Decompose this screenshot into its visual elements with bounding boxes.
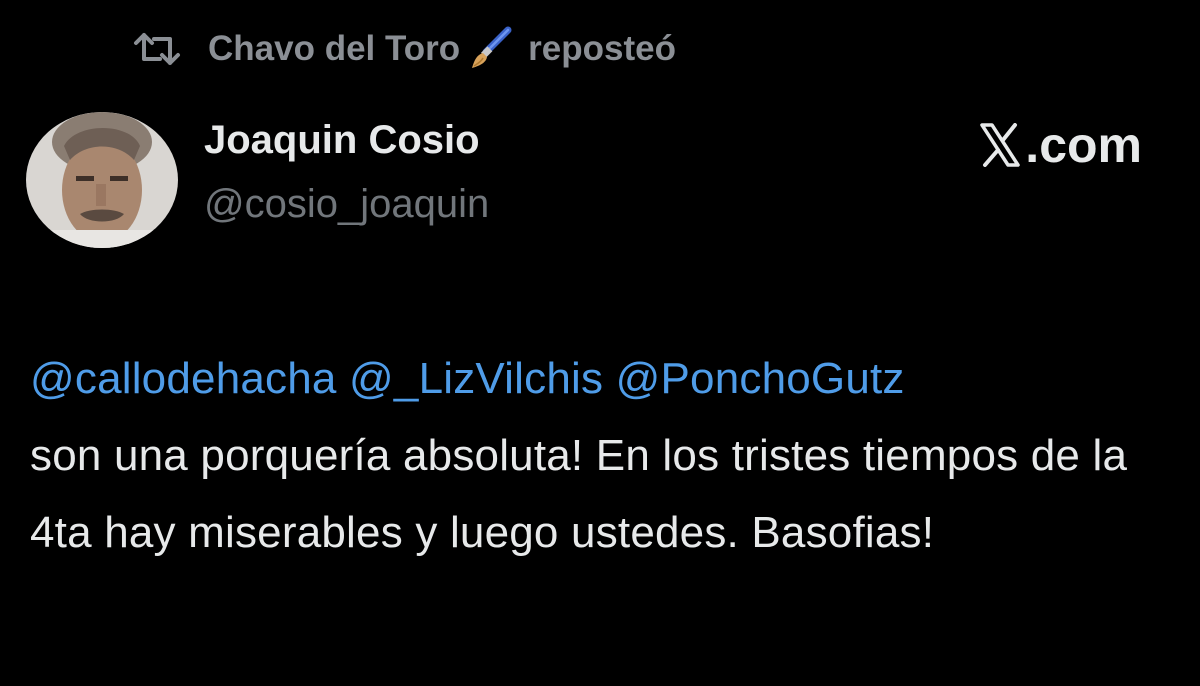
repost-label: reposteó bbox=[528, 29, 676, 68]
source-label: .com bbox=[1025, 117, 1142, 173]
avatar-image bbox=[26, 112, 178, 248]
x-logo-icon bbox=[980, 123, 1021, 167]
tweet-body-text: son una porquería absoluta! En los trist… bbox=[30, 431, 1128, 557]
mention-link[interactable]: @_LizVilchis bbox=[349, 354, 603, 403]
tweet-text: @callodehacha @_LizVilchis @PonchoGutz s… bbox=[30, 340, 1170, 571]
avatar[interactable] bbox=[26, 112, 178, 248]
repost-header[interactable]: Chavo del Toro reposteó bbox=[132, 24, 676, 74]
author-handle[interactable]: @cosio_joaquin bbox=[204, 182, 489, 227]
repost-user[interactable]: Chavo del Toro bbox=[208, 29, 460, 69]
mention-link[interactable]: @callodehacha bbox=[30, 354, 337, 403]
source-watermark: .com bbox=[979, 116, 1142, 174]
repost-icon bbox=[134, 33, 180, 65]
mention-link[interactable]: @PonchoGutz bbox=[616, 354, 905, 403]
paintbrush-icon bbox=[472, 26, 512, 68]
author-name[interactable]: Joaquin Cosio bbox=[204, 118, 480, 163]
